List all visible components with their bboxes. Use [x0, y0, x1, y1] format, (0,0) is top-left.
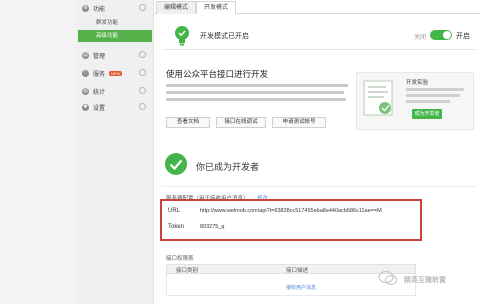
description-text — [166, 91, 344, 94]
nav-group-label: 设置 — [93, 105, 106, 112]
nav-menu — [76, 0, 154, 304]
chart-icon: ▥ — [82, 87, 89, 95]
nav-group-label: 统计 — [93, 89, 106, 96]
new-badge: NEW — [109, 70, 123, 76]
check-circle-icon — [165, 153, 187, 175]
nav-group-label: 功能 — [93, 6, 106, 13]
toggle-off-label: 关闭 — [414, 35, 427, 41]
tab-dev-mode[interactable]: 开发模式 — [196, 1, 237, 14]
gear-icon — [139, 87, 146, 94]
card-description — [406, 88, 464, 91]
column-header-category: 接口类别 — [176, 268, 199, 274]
nav-group-function[interactable]: ⚙ 功能 — [82, 1, 148, 15]
toggle-knob[interactable] — [443, 31, 451, 39]
developer-status-title: 你已成为开发者 — [196, 162, 260, 172]
section-title: 使用公众平台接口进行开发 — [166, 69, 269, 79]
nav-group-label: 服务 — [93, 71, 106, 78]
receive-messages-link[interactable]: 接收用户消息 — [286, 284, 316, 291]
gear-icon — [139, 103, 146, 110]
apply-test-account-button[interactable]: 申请测试帐号 — [272, 117, 326, 128]
column-header-description: 接口描述 — [286, 268, 309, 274]
card-description — [406, 94, 460, 97]
gear-icon — [139, 69, 146, 76]
tab-edit-mode[interactable]: 编辑模式 — [156, 1, 197, 14]
description-text — [166, 98, 346, 101]
card-title: 开发实验 — [406, 80, 429, 86]
token-label: Token — [168, 224, 185, 230]
token-value: 803275_q — [200, 224, 225, 230]
api-permissions-title: 接口权限表 — [166, 256, 194, 262]
gear-icon — [139, 4, 146, 11]
toggle-on-label: 开启 — [456, 33, 470, 40]
description-text — [166, 84, 348, 87]
watermark-text: 精英互微聆置 — [404, 277, 446, 284]
divider — [162, 186, 476, 187]
sidebar-item-advanced[interactable]: 高级功能 — [78, 30, 152, 42]
folder-icon: ▤ — [82, 51, 89, 59]
nav-group-service[interactable]: ☆ 服务 NEW — [82, 66, 148, 80]
nav-group-settings[interactable]: ✱ 设置 — [82, 100, 148, 114]
dev-mode-status: 开发模式已开启 — [200, 33, 249, 40]
become-developer-button[interactable]: 成为开发者 — [412, 109, 442, 119]
service-icon: ☆ — [82, 69, 89, 77]
nav-group-stats[interactable]: ▥ 统计 — [82, 84, 148, 98]
url-label: URL — [168, 208, 181, 214]
nav-group-label: 管理 — [93, 53, 106, 60]
lightbulb-icon — [175, 26, 189, 46]
card-description — [406, 100, 450, 103]
gear-icon — [139, 51, 146, 58]
config-highlight-box — [160, 199, 422, 241]
url-value: http://www.weimob.com/api?t=93828cc51745… — [200, 208, 382, 214]
settings-icon: ✱ — [82, 103, 89, 111]
sidebar-item-mass-send[interactable]: 群发功能 — [78, 17, 152, 29]
certificate-icon — [363, 80, 393, 116]
left-sidebar — [0, 0, 76, 304]
wechat-logo-icon — [378, 270, 398, 286]
function-icon: ⚙ — [82, 4, 89, 12]
view-docs-button[interactable]: 查看文档 — [166, 117, 210, 128]
api-debug-button[interactable]: 接口在线调试 — [216, 117, 266, 128]
nav-group-manage[interactable]: ▤ 管理 — [82, 48, 148, 62]
